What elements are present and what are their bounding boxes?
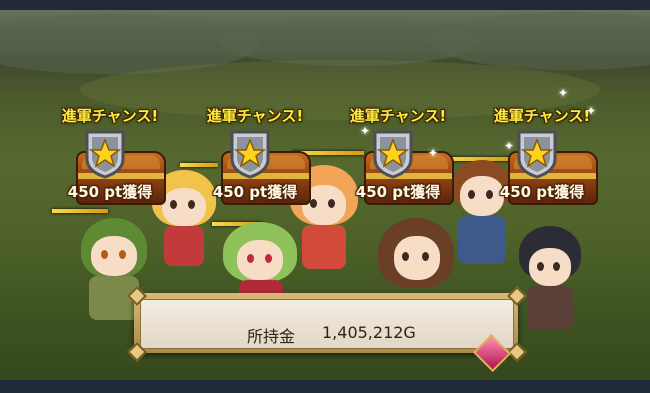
reward-bar: [52, 209, 108, 213]
sparkle-icon: ✦: [586, 104, 597, 118]
star-shield-icon: [84, 129, 126, 179]
character-goggles: [515, 226, 585, 336]
bonus-title: 進軍チャンス!: [349, 107, 447, 125]
bonus-title: 進軍チャンス!: [61, 107, 159, 125]
bonus-points: 450 pt獲得: [355, 183, 441, 201]
bonus-title: 進軍チャンス!: [493, 107, 591, 125]
star-shield-icon: [372, 129, 414, 179]
bonus-title: 進軍チャンス!: [206, 107, 304, 125]
march-chance-bonus: 進軍チャンス! 450 pt獲得: [50, 105, 170, 205]
march-chance-bonus: 進軍チャンス! 450 pt獲得: [482, 105, 602, 205]
march-chance-bonus: 進軍チャンス! 450 pt獲得: [195, 105, 315, 205]
bottom-frame: [0, 380, 650, 393]
star-shield-icon: [516, 129, 558, 179]
gold-label: 所持金: [247, 327, 296, 346]
bonus-points: 450 pt獲得: [212, 183, 298, 201]
bonus-points: 450 pt獲得: [499, 183, 585, 201]
gold-value: 1,405,212G: [322, 323, 416, 342]
sparkle-icon: ✦: [360, 124, 371, 138]
gold-panel: 所持金 1,405,212G: [127, 286, 527, 362]
sparkle-icon: ✦: [558, 86, 569, 100]
gold-panel-inner: 所持金 1,405,212G: [140, 299, 514, 349]
sparkle-icon: ✦: [428, 146, 439, 160]
mountain: [430, 12, 650, 70]
bonus-points: 450 pt獲得: [67, 183, 153, 201]
sparkle-icon: ✦: [504, 139, 515, 153]
march-chance-bonus: 進軍チャンス! 450 pt獲得: [338, 105, 458, 205]
battle-result-screen: 進軍チャンス! 450 pt獲得 進軍チャンス! 450 pt獲得 進軍チャンス…: [0, 0, 650, 393]
top-frame: [0, 0, 650, 10]
star-shield-icon: [229, 129, 271, 179]
